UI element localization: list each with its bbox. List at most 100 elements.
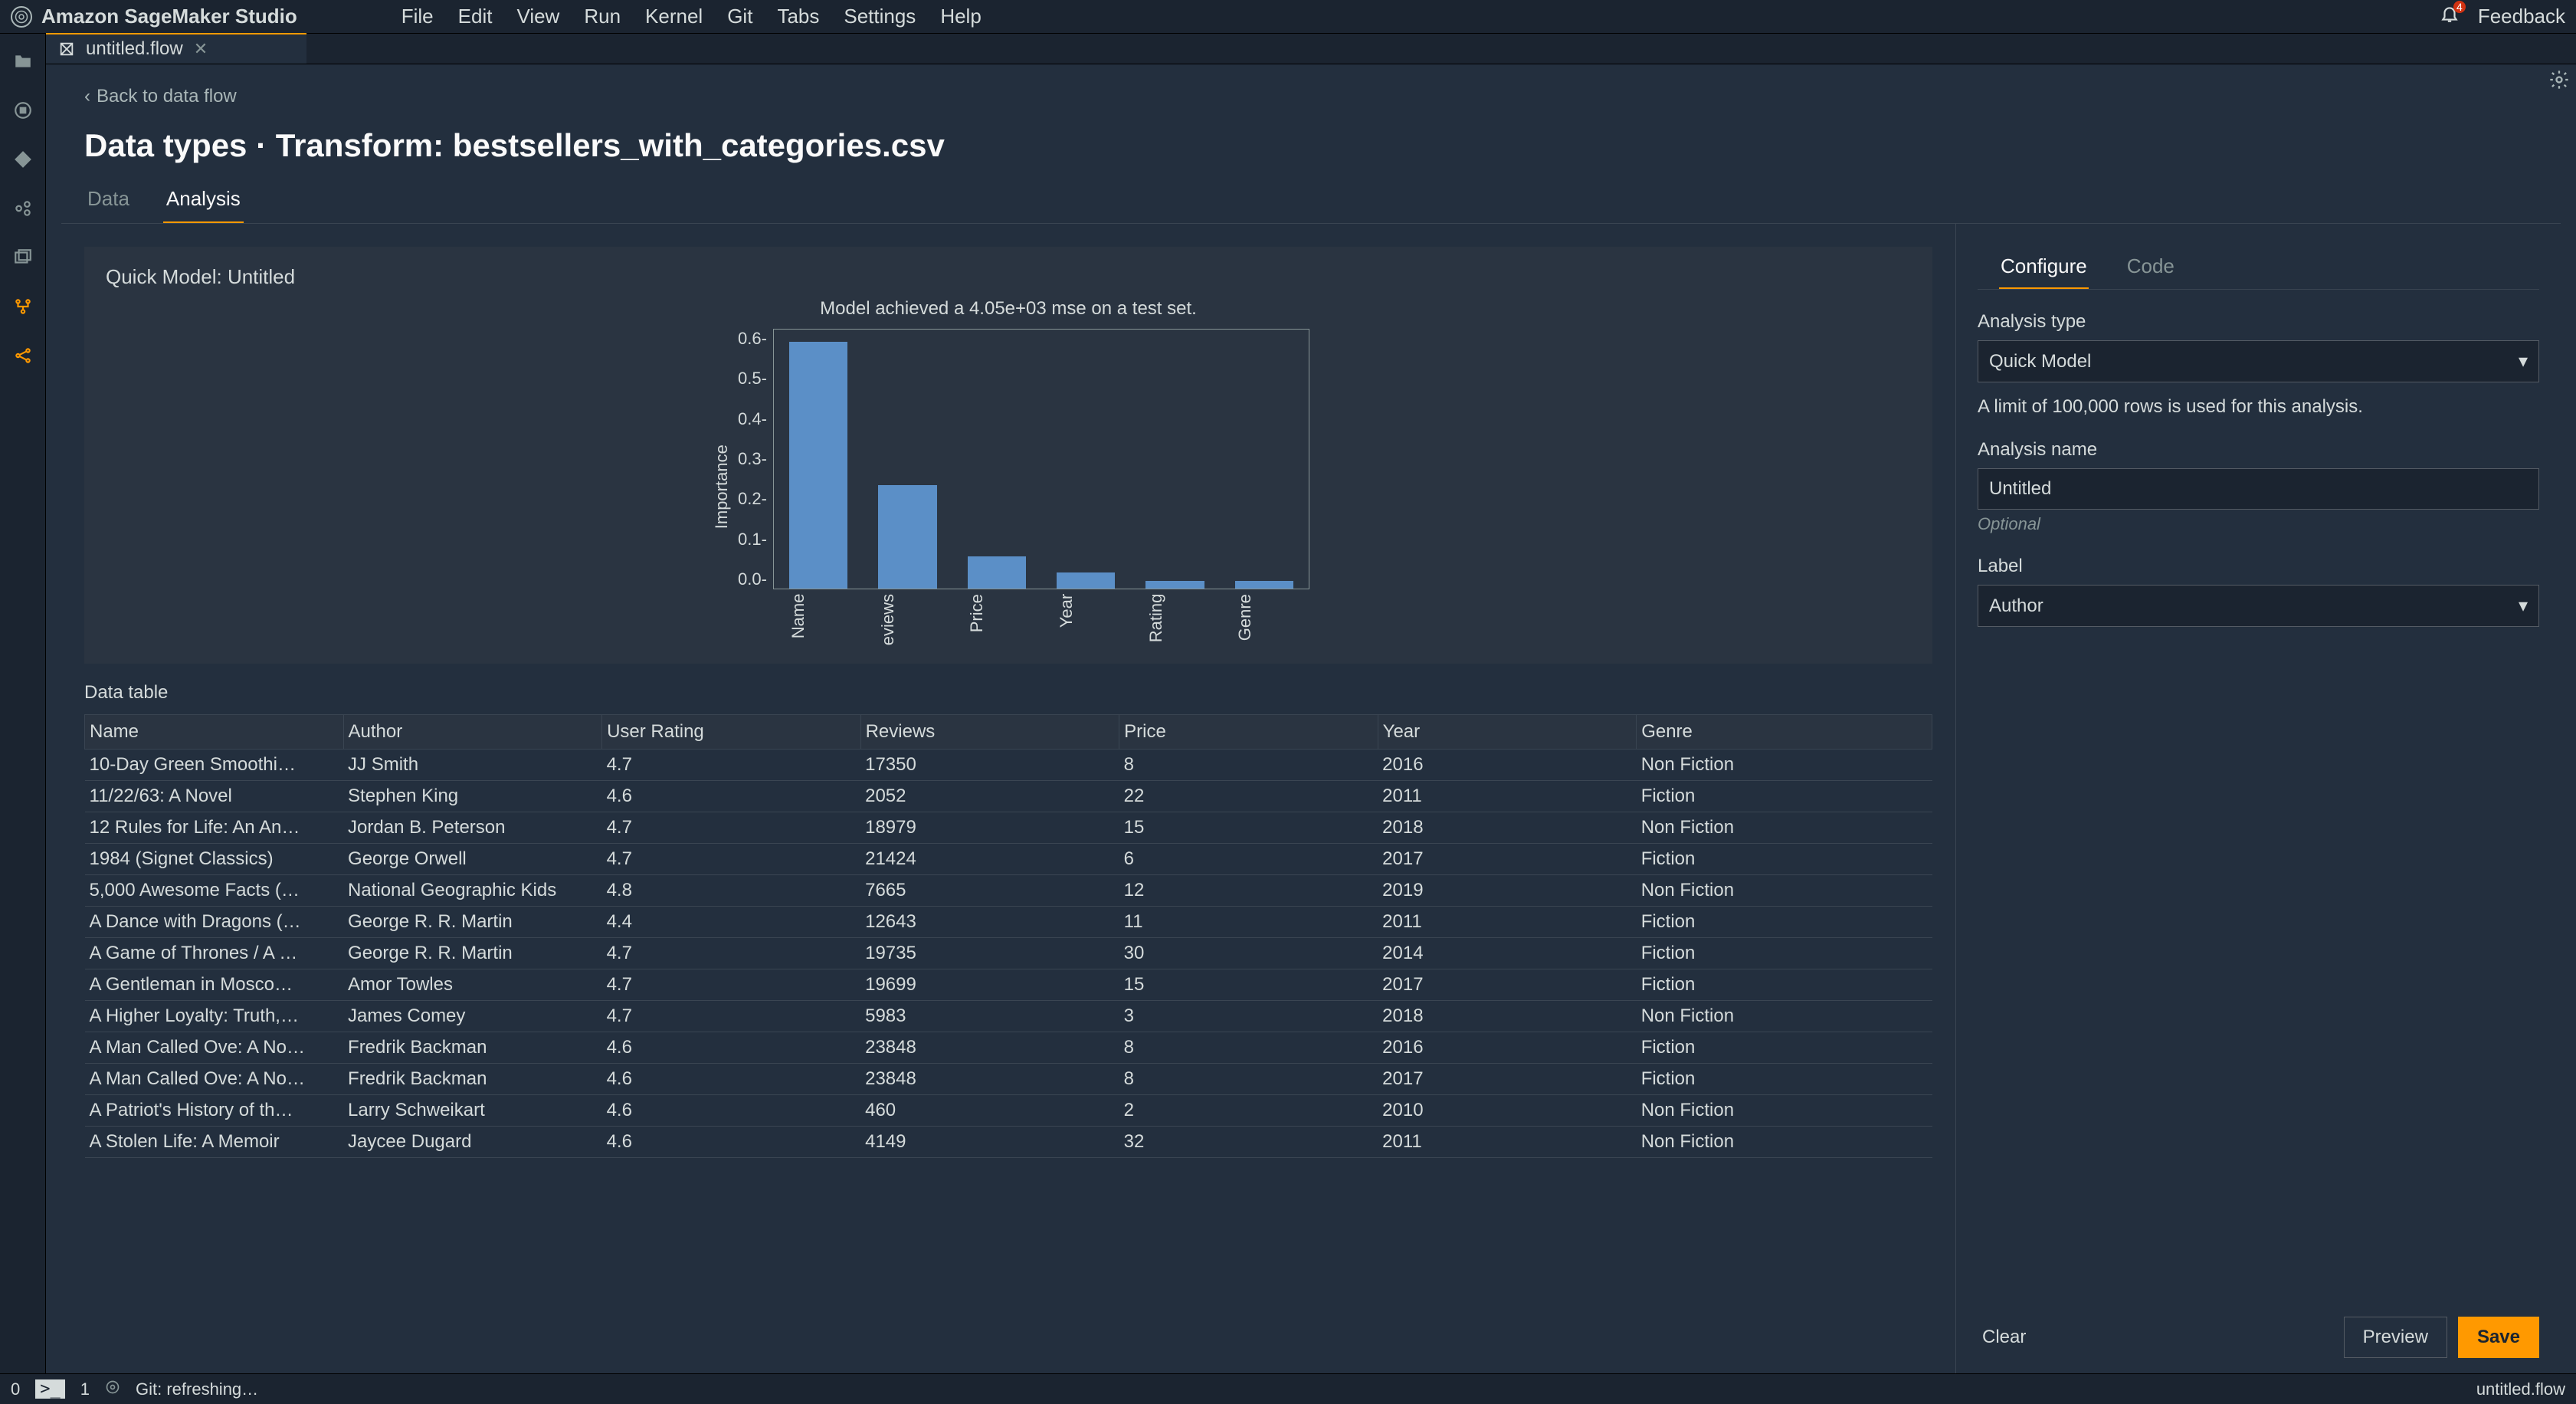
table-cell: 7665 (860, 875, 1119, 907)
table-cell: Non Fiction (1637, 875, 1932, 907)
table-row[interactable]: A Patriot's History of th…Larry Schweika… (85, 1095, 1932, 1127)
save-button[interactable]: Save (2458, 1317, 2539, 1358)
table-row[interactable]: 12 Rules for Life: An An…Jordan B. Peter… (85, 812, 1932, 844)
bar-Price (968, 556, 1026, 589)
rail-circle-icon[interactable] (11, 98, 35, 123)
table-cell: 19699 (860, 969, 1119, 1001)
table-row[interactable]: A Man Called Ove: A No…Fredrik Backman4.… (85, 1064, 1932, 1095)
feedback-link[interactable]: Feedback (2478, 5, 2565, 28)
close-icon[interactable]: ✕ (194, 39, 208, 59)
gear-icon[interactable] (2548, 69, 2570, 93)
rail-extensions-icon[interactable] (11, 196, 35, 221)
app-title: Amazon SageMaker Studio (41, 5, 297, 28)
tab-label: untitled.flow (86, 38, 183, 60)
clear-button[interactable]: Clear (1978, 1319, 2030, 1356)
table-cell: Fiction (1637, 781, 1932, 812)
col-header[interactable]: Price (1119, 715, 1378, 750)
tab-analysis[interactable]: Analysis (163, 179, 244, 223)
table-cell: A Patriot's History of th… (85, 1095, 344, 1127)
preview-button[interactable]: Preview (2344, 1317, 2447, 1358)
ytick: 0.5- (738, 369, 767, 389)
col-header[interactable]: Year (1378, 715, 1637, 750)
menu-help[interactable]: Help (928, 5, 993, 28)
menu-tabs[interactable]: Tabs (765, 5, 831, 28)
col-header[interactable]: User Rating (602, 715, 861, 750)
menu-git[interactable]: Git (715, 5, 765, 28)
table-cell: 2017 (1378, 844, 1637, 875)
tab-data[interactable]: Data (84, 179, 133, 223)
table-cell: 2010 (1378, 1095, 1637, 1127)
table-cell: 2019 (1378, 875, 1637, 907)
table-cell: A Stolen Life: A Memoir (85, 1127, 344, 1158)
table-cell: 6 (1119, 844, 1378, 875)
config-tab-configure[interactable]: Configure (1999, 247, 2089, 289)
table-cell: 21424 (860, 844, 1119, 875)
rail-share-icon[interactable] (11, 343, 35, 368)
ytick: 0.2- (738, 489, 767, 509)
menu-view[interactable]: View (504, 5, 572, 28)
tab-untitled-flow[interactable]: untitled.flow ✕ (46, 33, 306, 64)
table-row[interactable]: A Stolen Life: A MemoirJaycee Dugard4.64… (85, 1127, 1932, 1158)
col-header[interactable]: Name (85, 715, 344, 750)
flow-file-icon (58, 41, 75, 57)
rail-tabs-icon[interactable] (11, 245, 35, 270)
table-row[interactable]: 1984 (Signet Classics)George Orwell4.721… (85, 844, 1932, 875)
table-row[interactable]: 11/22/63: A NovelStephen King4.620522220… (85, 781, 1932, 812)
menu-file[interactable]: File (389, 5, 446, 28)
table-cell: 2014 (1378, 938, 1637, 969)
notifications-button[interactable]: 4 (2440, 4, 2460, 29)
menu-settings[interactable]: Settings (831, 5, 928, 28)
config-tab-code[interactable]: Code (2125, 247, 2176, 289)
menu-edit[interactable]: Edit (446, 5, 505, 28)
label-label: Label (1978, 556, 2539, 577)
analysis-type-label: Analysis type (1978, 311, 2539, 333)
table-cell: Fiction (1637, 1064, 1932, 1095)
menu-kernel[interactable]: Kernel (633, 5, 715, 28)
chevron-down-icon: ▾ (2519, 595, 2528, 617)
table-row[interactable]: A Gentleman in Mosco…Amor Towles4.719699… (85, 969, 1932, 1001)
status-settings-icon[interactable] (105, 1379, 120, 1399)
table-cell: 1984 (Signet Classics) (85, 844, 344, 875)
table-row[interactable]: A Higher Loyalty: Truth,…James Comey4.75… (85, 1001, 1932, 1032)
chart-caption: Model achieved a 4.05e+03 mse on a test … (106, 298, 1911, 320)
table-cell: 5,000 Awesome Facts (… (85, 875, 344, 907)
menu-run[interactable]: Run (572, 5, 633, 28)
rail-git-icon[interactable] (11, 147, 35, 172)
col-header[interactable]: Genre (1637, 715, 1932, 750)
label-select[interactable]: Author ▾ (1978, 585, 2539, 627)
table-cell: Fredrik Backman (343, 1032, 602, 1064)
table-row[interactable]: 10-Day Green Smoothi…JJ Smith4.717350820… (85, 750, 1932, 781)
table-cell: 2016 (1378, 1032, 1637, 1064)
table-cell: George R. R. Martin (343, 907, 602, 938)
table-cell: Non Fiction (1637, 1095, 1932, 1127)
ytick: 0.4- (738, 409, 767, 429)
terminal-icon[interactable]: >_ (35, 1379, 65, 1399)
table-cell: 4.7 (602, 1001, 861, 1032)
table-cell: Jaycee Dugard (343, 1127, 602, 1158)
status-git: Git: refreshing… (136, 1379, 258, 1399)
table-cell: 4.7 (602, 812, 861, 844)
table-cell: 3 (1119, 1001, 1378, 1032)
rail-folder-icon[interactable] (11, 49, 35, 74)
col-header[interactable]: Reviews (860, 715, 1119, 750)
label-value: Author (1989, 595, 2043, 617)
table-row[interactable]: A Game of Thrones / A …George R. R. Mart… (85, 938, 1932, 969)
table-cell: Non Fiction (1637, 750, 1932, 781)
col-header[interactable]: Author (343, 715, 602, 750)
back-link[interactable]: ‹ Back to data flow (61, 64, 2561, 115)
table-row[interactable]: A Dance with Dragons (…George R. R. Mart… (85, 907, 1932, 938)
table-row[interactable]: 5,000 Awesome Facts (…National Geographi… (85, 875, 1932, 907)
table-cell: 4.6 (602, 1127, 861, 1158)
analysis-name-input[interactable]: Untitled (1978, 468, 2539, 510)
subtabs: Data Analysis (61, 179, 2561, 224)
bar-Genre (1235, 581, 1293, 589)
table-row[interactable]: A Man Called Ove: A No…Fredrik Backman4.… (85, 1032, 1932, 1064)
table-cell: 32 (1119, 1127, 1378, 1158)
analysis-type-select[interactable]: Quick Model ▾ (1978, 340, 2539, 382)
table-cell: JJ Smith (343, 750, 602, 781)
ytick: 0.1- (738, 530, 767, 549)
optional-hint: Optional (1978, 514, 2539, 534)
table-cell: 19735 (860, 938, 1119, 969)
table-cell: 8 (1119, 1032, 1378, 1064)
rail-flow-icon[interactable] (11, 294, 35, 319)
